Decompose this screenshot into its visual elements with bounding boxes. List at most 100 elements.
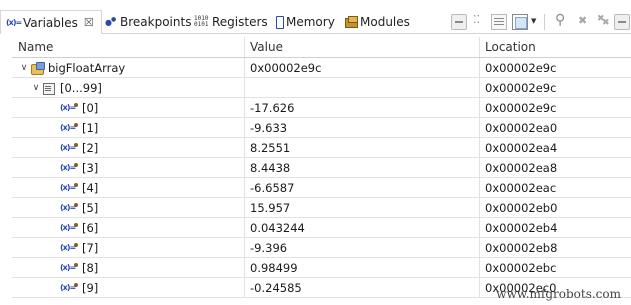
name-cell: [1] <box>12 118 244 137</box>
variable-icon <box>60 162 78 174</box>
pin-icon[interactable] <box>553 12 569 30</box>
view-menu-dropdown-icon[interactable] <box>531 14 539 30</box>
value-cell[interactable]: 0x00002e9c <box>244 58 479 77</box>
column-header-location[interactable]: Location <box>479 37 631 57</box>
name-cell: [8] <box>12 258 244 277</box>
location-cell: 0x00002e9c <box>479 78 631 97</box>
tab-variables[interactable]: Variables ☒ <box>0 10 102 34</box>
location-cell: 0x00002eb8 <box>479 238 631 257</box>
tab-modules[interactable]: Modules <box>344 12 410 32</box>
value-cell[interactable]: -9.396 <box>244 238 479 257</box>
variables-icon <box>6 16 21 30</box>
collapse-all-icon[interactable] <box>451 14 467 30</box>
name-cell: [3] <box>12 158 244 177</box>
struct-icon <box>30 61 45 75</box>
location-cell: 0x00002ea8 <box>479 158 631 177</box>
variable-icon <box>60 122 78 134</box>
remove-all-icon[interactable] <box>596 14 612 30</box>
minimize-icon[interactable] <box>614 14 630 30</box>
value-cell[interactable]: 8.4438 <box>244 158 479 177</box>
array-icon <box>42 82 56 95</box>
name-cell: [0] <box>12 98 244 117</box>
variable-icon <box>60 282 78 294</box>
name-cell: [4] <box>12 178 244 197</box>
table-row[interactable]: [4] -6.6587 0x00002eac <box>12 178 631 198</box>
location-cell: 0x00002e9c <box>479 98 631 117</box>
column-header-value[interactable]: Value <box>244 37 479 57</box>
name-cell: [7] <box>12 238 244 257</box>
breakpoints-icon <box>104 15 118 29</box>
variable-name: [7] <box>82 240 99 255</box>
table-row[interactable]: ∨ bigFloatArray 0x00002e9c 0x00002e9c <box>12 58 631 78</box>
tab-label: Variables <box>23 15 78 30</box>
view-menu-icon[interactable] <box>512 14 528 30</box>
name-cell: [5] <box>12 198 244 217</box>
variable-icon <box>60 262 78 274</box>
table-row[interactable]: [0] -17.626 0x00002e9c <box>12 98 631 118</box>
location-cell: 0x00002ea0 <box>479 118 631 137</box>
name-cell: [2] <box>12 138 244 157</box>
table-row[interactable]: [5] 15.957 0x00002eb0 <box>12 198 631 218</box>
registers-icon: 1010 0101 <box>194 15 209 28</box>
value-cell[interactable]: -0.24585 <box>244 278 479 297</box>
variable-name: [0] <box>82 100 99 115</box>
location-cell: 0x00002e9c <box>479 58 631 77</box>
variable-name: [0...99] <box>60 80 102 95</box>
value-cell[interactable]: 0.043244 <box>244 218 479 237</box>
tab-memory[interactable]: Memory <box>274 12 335 32</box>
variable-name: [1] <box>82 120 99 135</box>
variable-name: bigFloatArray <box>48 60 126 75</box>
name-cell: ∨ bigFloatArray <box>12 58 244 77</box>
remove-icon[interactable] <box>575 14 591 30</box>
table-row[interactable]: [8] 0.98499 0x00002ebc <box>12 258 631 278</box>
name-cell: [6] <box>12 218 244 237</box>
table-row[interactable]: ∨ [0...99] 0x00002e9c <box>12 78 631 98</box>
value-cell[interactable]: 15.957 <box>244 198 479 217</box>
expand-toggle-icon[interactable]: ∨ <box>18 63 30 73</box>
value-cell[interactable] <box>244 78 479 97</box>
location-cell: 0x00002eac <box>479 178 631 197</box>
toolbar-separator <box>544 14 545 30</box>
variable-name: [3] <box>82 160 99 175</box>
value-cell[interactable]: 0.98499 <box>244 258 479 277</box>
views-tab-bar: Variables ☒ Breakpoints 1010 0101 Regist… <box>0 0 631 34</box>
modules-icon <box>344 15 358 29</box>
location-cell: 0x00002ea4 <box>479 138 631 157</box>
column-header-name[interactable]: Name <box>12 37 244 57</box>
tab-label: Memory <box>286 15 335 29</box>
variable-icon <box>60 182 78 194</box>
variable-icon <box>60 102 78 114</box>
select-columns-icon[interactable] <box>472 13 488 30</box>
name-cell: [9] <box>12 278 244 297</box>
value-cell[interactable]: 8.2551 <box>244 138 479 157</box>
location-cell: 0x00002ebc <box>479 258 631 277</box>
tab-label: Breakpoints <box>120 15 192 29</box>
value-cell[interactable]: -6.6587 <box>244 178 479 197</box>
variable-name: [6] <box>82 220 99 235</box>
table-header: Name Value Location <box>12 37 631 58</box>
tab-label: Registers <box>212 15 268 29</box>
tab-breakpoints[interactable]: Breakpoints <box>104 12 191 32</box>
tab-label: Modules <box>360 15 410 29</box>
variable-name: [2] <box>82 140 99 155</box>
expand-toggle-icon[interactable]: ∨ <box>30 83 42 93</box>
value-cell[interactable]: -9.633 <box>244 118 479 137</box>
variable-name: [5] <box>82 200 99 215</box>
table-row[interactable]: [6] 0.043244 0x00002eb4 <box>12 218 631 238</box>
table-row[interactable]: [7] -9.396 0x00002eb8 <box>12 238 631 258</box>
tab-registers[interactable]: 1010 0101 Registers <box>194 12 268 32</box>
close-icon[interactable]: ☒ <box>84 16 94 29</box>
memory-icon <box>274 15 284 29</box>
layout-icon[interactable] <box>491 14 507 30</box>
table-row[interactable]: [1] -9.633 0x00002ea0 <box>12 118 631 138</box>
location-cell: 0x00002eb0 <box>479 198 631 217</box>
table-row[interactable]: [2] 8.2551 0x00002ea4 <box>12 138 631 158</box>
watermark: www.mfgrobots.com <box>496 287 621 301</box>
variable-icon <box>60 142 78 154</box>
name-cell: ∨ [0...99] <box>12 78 244 97</box>
variable-name: [9] <box>82 280 99 295</box>
value-cell[interactable]: -17.626 <box>244 98 479 117</box>
table-row[interactable]: [3] 8.4438 0x00002ea8 <box>12 158 631 178</box>
variable-icon <box>60 222 78 234</box>
variable-icon <box>60 242 78 254</box>
